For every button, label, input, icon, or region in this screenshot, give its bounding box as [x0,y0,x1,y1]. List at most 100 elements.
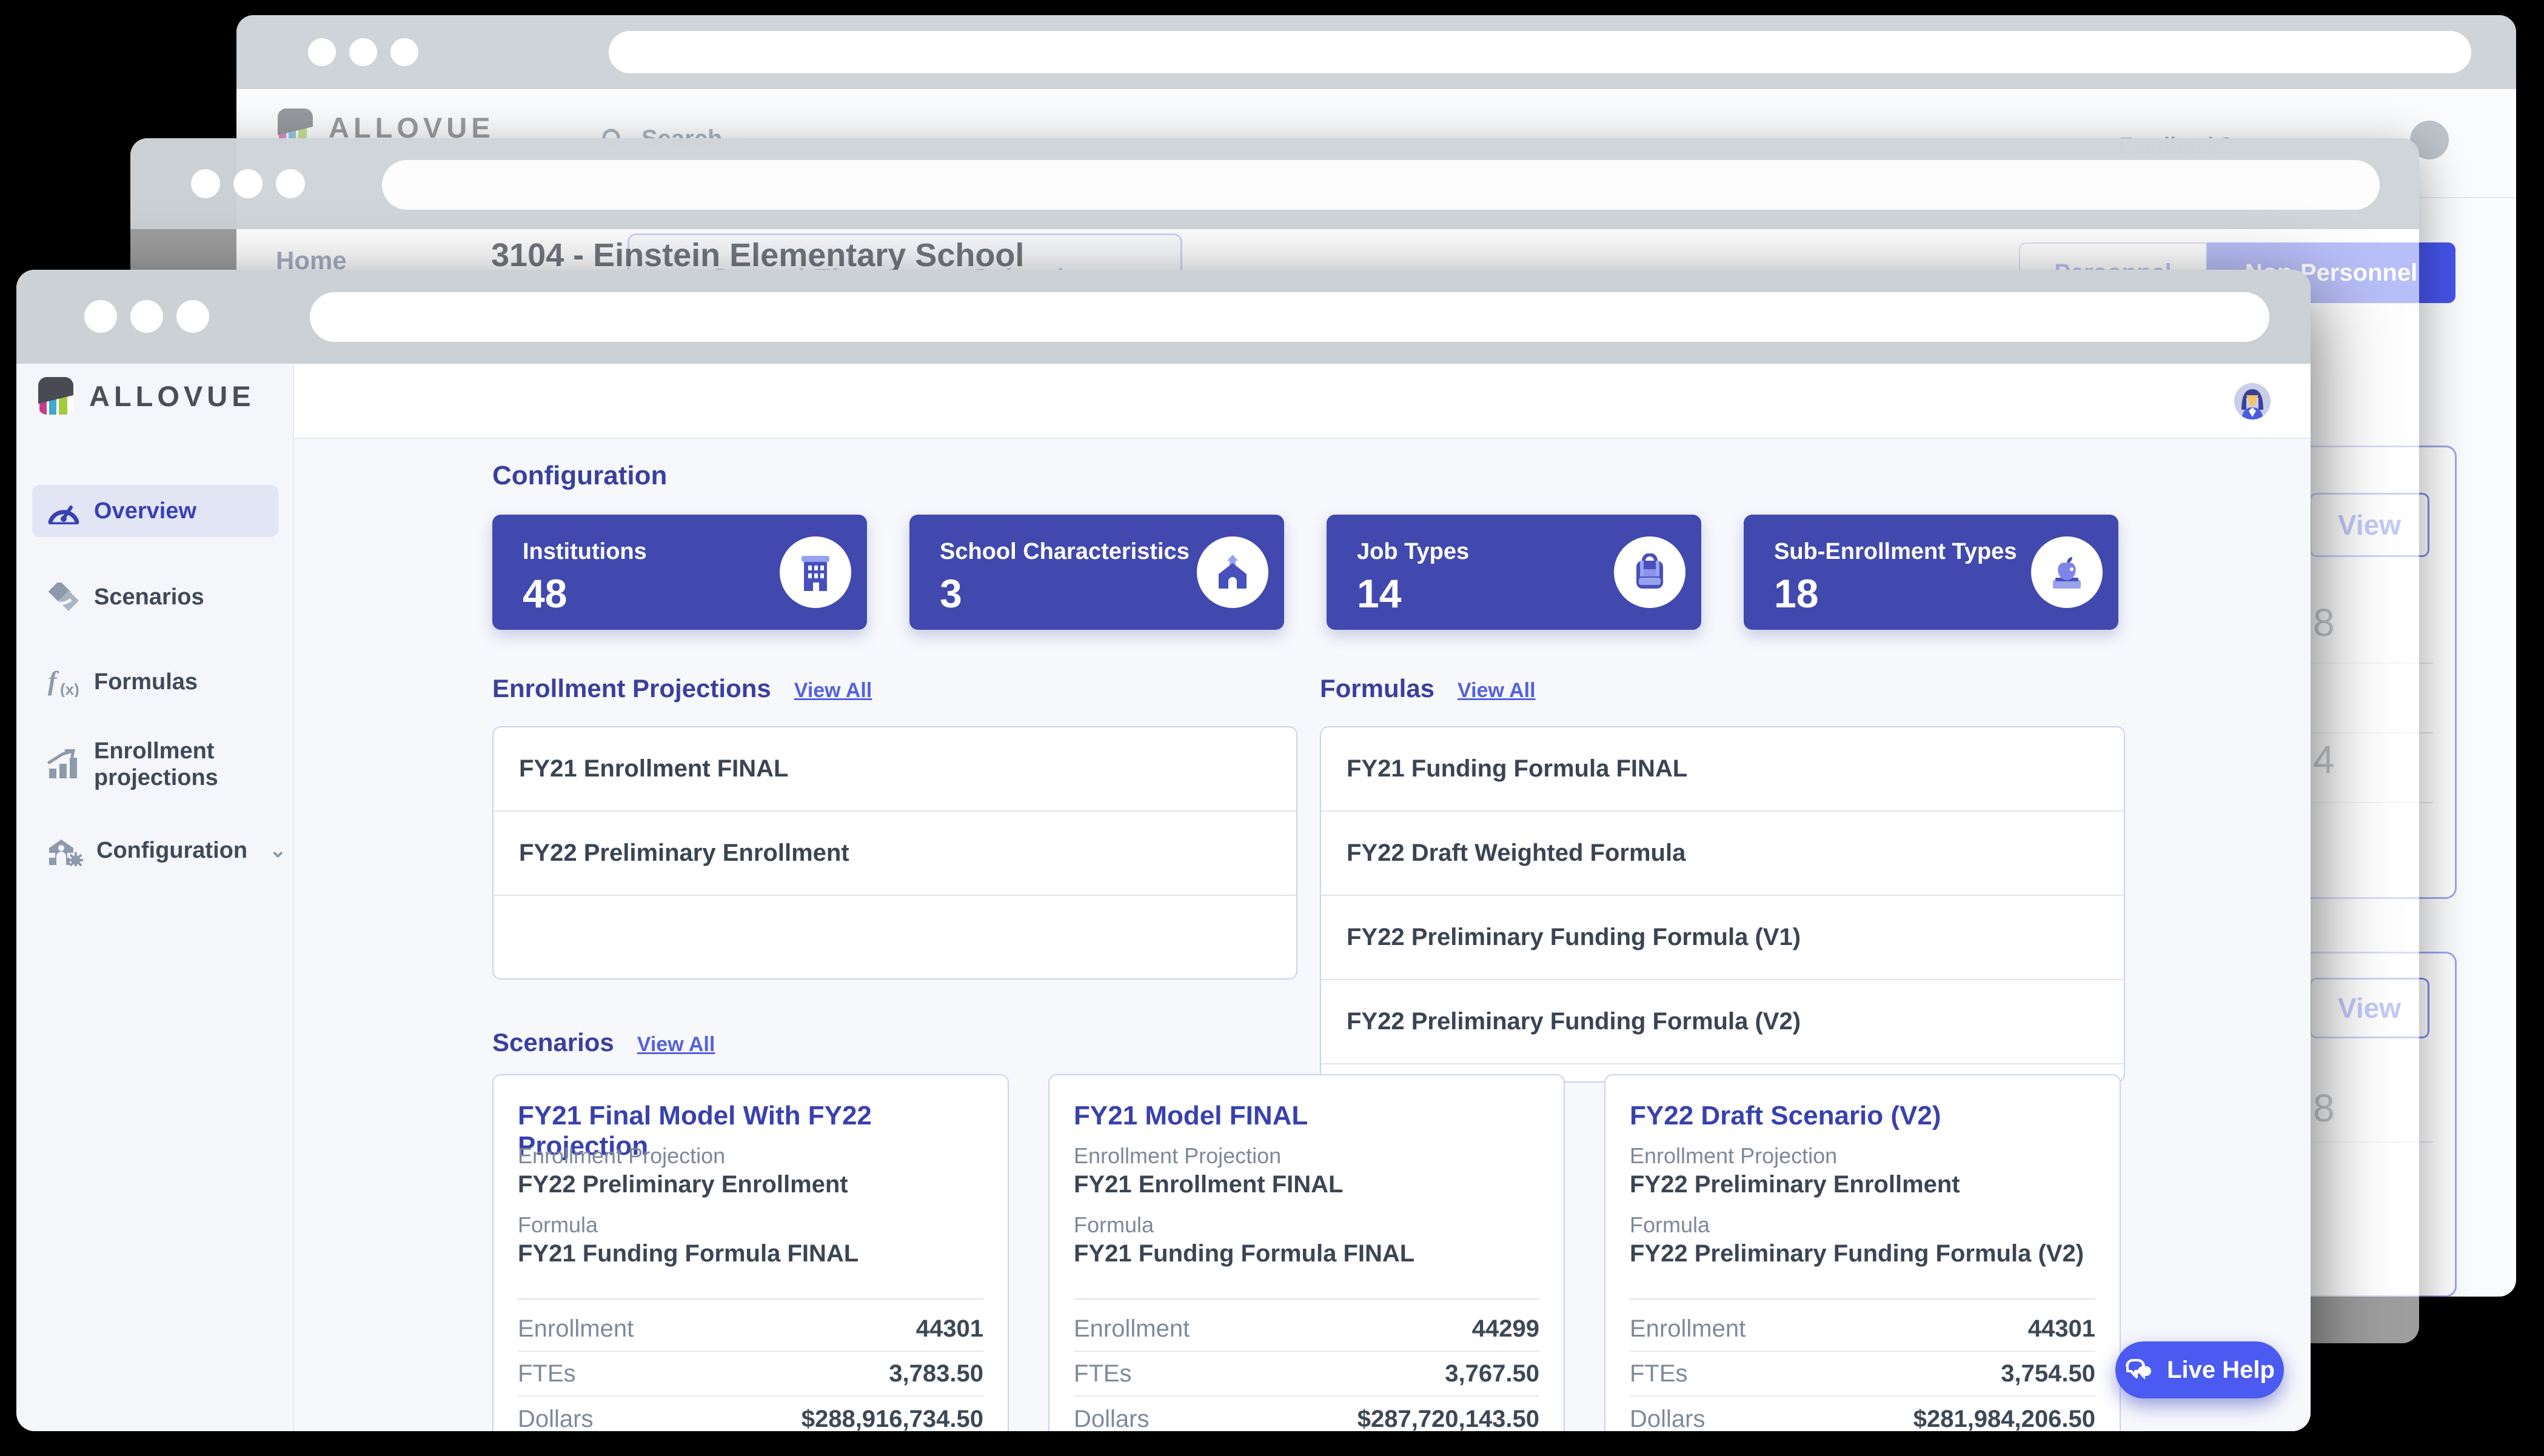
tile-job-types[interactable]: Job Types 14 [1327,515,1701,630]
close-window-button[interactable] [84,300,117,333]
address-bar[interactable] [382,160,2380,210]
tile-school-characteristics[interactable]: School Characteristics 3 [909,515,1284,630]
view-all-link[interactable]: View All [794,679,872,703]
minimize-window-button[interactable] [349,38,377,66]
list-item[interactable]: FY21 Enrollment FINAL [494,727,1296,812]
zoom-window-button[interactable] [276,169,305,198]
formula-label: Formula [518,1212,598,1238]
scenario-metrics: Enrollment44299 FTEs3,767.50 Dollars$287… [1074,1307,1539,1431]
address-bar[interactable] [310,292,2269,342]
minimize-window-button[interactable] [233,169,263,198]
sidebar-item-formulas[interactable]: f (x) Formulas [32,656,278,708]
scenario-card[interactable]: FY21 Model FINAL Enrollment Projection F… [1048,1074,1565,1431]
divider [518,1298,983,1300]
front-window-titlebar [16,270,2311,364]
formula-value: FY21 Funding Formula FINAL [518,1240,859,1267]
sidebar-item-label: Scenarios [94,584,204,610]
metric-value: $281,984,206.50 [1913,1406,2095,1432]
list-item[interactable]: FY22 Draft Weighted Formula [1321,812,2124,896]
scenario-metrics: Enrollment44301 FTEs3,754.50 Dollars$281… [1630,1307,2095,1431]
live-help-label: Live Help [2167,1357,2275,1384]
metric-label: FTEs [518,1360,576,1388]
sidebar-item-label: Formulas [94,669,198,695]
tile-label: School Characteristics [940,539,1190,565]
zoom-window-button[interactable] [390,38,418,66]
configuration-heading: Configuration [492,461,667,491]
tile-label: Sub-Enrollment Types [1774,539,2017,565]
school-gear-icon [47,835,83,866]
ep-value: FY22 Preliminary Enrollment [1630,1171,1960,1198]
backpack-icon [1633,553,1667,591]
minimize-window-button[interactable] [130,300,163,333]
ep-value: FY22 Preliminary Enrollment [518,1171,848,1198]
formula-label: Formula [1074,1212,1154,1238]
metric-value: 3,767.50 [1445,1360,1539,1388]
chat-bubbles-icon [2124,1358,2154,1382]
tile-label: Institutions [523,539,647,565]
list-item[interactable]: FY22 Preliminary Funding Formula (V1) [1321,896,2124,980]
metric-label: FTEs [1074,1360,1132,1388]
scenarios-icon [47,583,81,612]
formula-value: FY22 Preliminary Funding Formula (V2) [1630,1240,2084,1267]
tile-value: 18 [1774,570,1818,616]
ep-label: Enrollment Projection [1630,1143,1837,1169]
metric-value: $288,916,734.50 [802,1406,983,1432]
apple-book-icon [2049,553,2084,591]
view-all-link[interactable]: View All [1458,679,1536,703]
zoom-window-button[interactable] [176,300,209,333]
metric-value: 44301 [916,1315,983,1343]
divider [1630,1298,2095,1300]
user-avatar[interactable] [2234,383,2271,419]
sidebar-item-enrollment-projections[interactable]: Enrollment projections [32,731,278,798]
address-bar[interactable] [609,31,2471,73]
ep-label: Enrollment Projection [1074,1143,1281,1169]
tile-value: 48 [523,570,567,616]
sidebar-item-overview[interactable]: Overview [32,485,278,537]
list-item[interactable]: FY22 Preliminary Enrollment [494,812,1296,896]
formulas-header: Formulas View All [1320,674,1536,703]
enrollment-projections-panel: FY21 Enrollment FINAL FY22 Preliminary E… [492,726,1297,980]
sidebar-item-label: Enrollment projections [94,738,246,791]
avatar-woman-icon [2234,383,2271,419]
tile-institutions[interactable]: Institutions 48 [492,515,867,630]
scenarios-header: Scenarios View All [492,1028,715,1057]
view-all-link[interactable]: View All [637,1033,715,1057]
allovue-logo: ALLOVUE [38,377,255,415]
tile-sub-enrollment-types[interactable]: Sub-Enrollment Types 18 [1744,515,2118,630]
live-help-button[interactable]: Live Help [2115,1341,2284,1398]
sidebar-item-label: Overview [94,498,196,524]
ep-value: FY21 Enrollment FINAL [1074,1171,1344,1198]
close-window-button[interactable] [308,38,336,66]
list-item[interactable]: FY22 Preliminary Funding Formula (V2) [1321,980,2124,1064]
metric-value: 3,754.50 [2001,1360,2095,1388]
chevron-down-icon: ⌄ [269,838,287,863]
sidebar-item-configuration[interactable]: Configuration ⌄ [32,824,278,877]
front-browser-window: ALLOVUE Overview Scenarios [16,270,2311,1431]
close-window-button[interactable] [191,169,220,198]
scenario-title: FY21 Model FINAL [1074,1101,1308,1131]
metric-value: 3,783.50 [889,1360,983,1388]
scenario-card[interactable]: FY22 Draft Scenario (V2) Enrollment Proj… [1604,1074,2121,1431]
brand-wordmark: ALLOVUE [89,379,255,413]
svg-text:(x): (x) [60,680,79,697]
divider [1074,1298,1539,1300]
tile-value: 14 [1357,570,1401,616]
list-item[interactable]: FY21 Funding Formula FINAL [1321,727,2124,812]
bar-chart-trend-icon [47,749,81,780]
metric-label: Dollars [1074,1406,1149,1432]
schoolhouse-icon [1214,553,1251,591]
metric-value: 44299 [1472,1315,1539,1343]
window-traffic-lights [191,169,305,198]
window-traffic-lights [308,38,418,66]
overview-page: Configuration Institutions 48 [294,440,2311,1431]
metric-label: Enrollment [518,1315,634,1343]
page-title: 3104 - Einstein Elementary School [491,236,1024,274]
svg-text:f: f [48,667,59,696]
metric-value: 44301 [2028,1315,2095,1343]
scenario-card[interactable]: FY21 Final Model With FY22 Projection En… [492,1074,1009,1431]
back-window-titlebar [236,15,2516,89]
main-area: Configuration Institutions 48 [294,364,2311,1431]
sidebar-item-scenarios[interactable]: Scenarios [32,571,278,623]
metric-label: FTEs [1630,1360,1688,1388]
enrollment-projections-header: Enrollment Projections View All [492,674,872,703]
